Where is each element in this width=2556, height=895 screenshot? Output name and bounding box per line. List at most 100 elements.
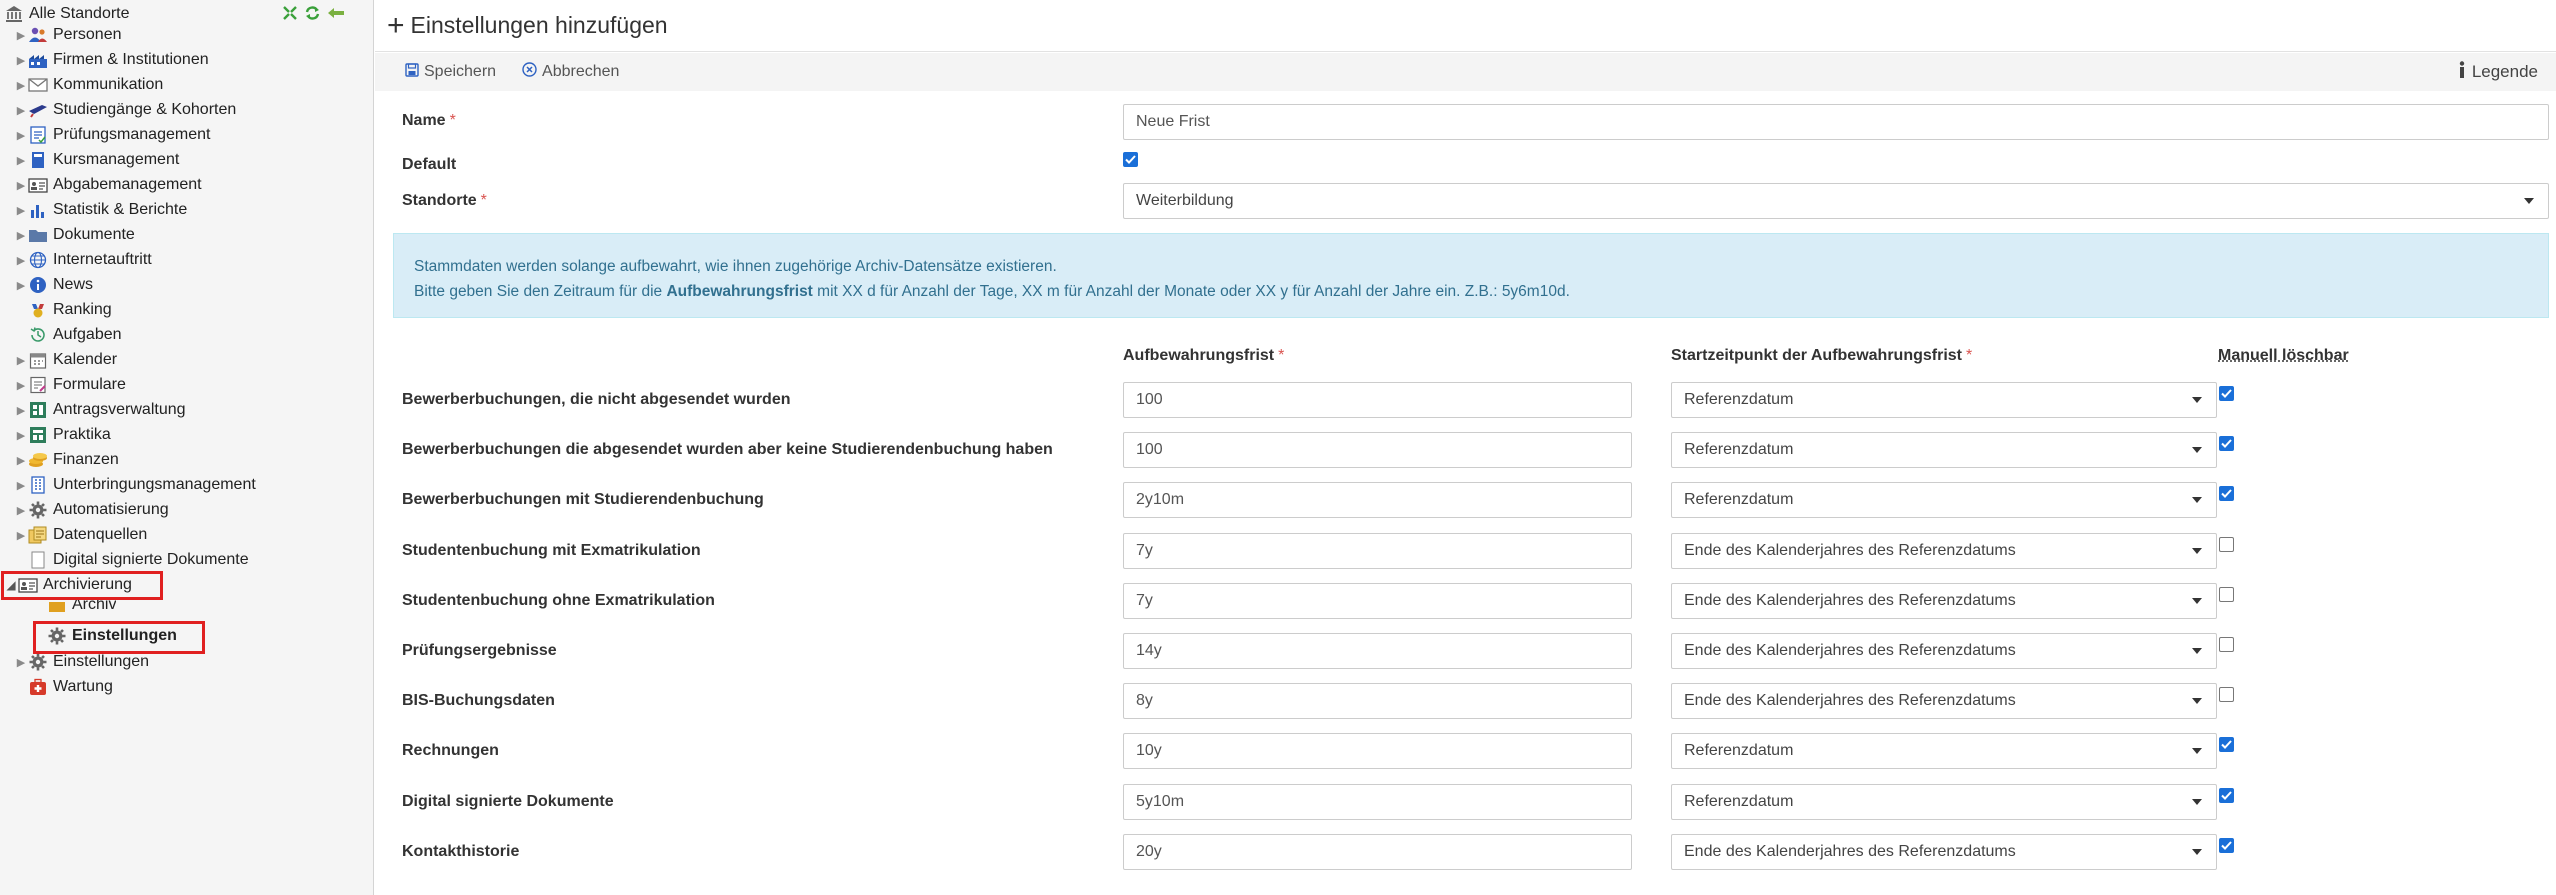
expand-triangle-icon[interactable]: ▶ [14, 498, 28, 522]
save-label: Speichern [424, 63, 497, 80]
expand-triangle-icon[interactable]: ▶ [14, 373, 28, 397]
manual-delete-checkbox[interactable] [2219, 386, 2234, 401]
sidebar-item-archiv-einstellungen[interactable]: Einstellungen [47, 624, 177, 648]
sidebar-item-ranking[interactable]: Ranking [14, 298, 112, 322]
retention-input[interactable] [1123, 432, 1632, 468]
expand-triangle-icon[interactable]: ▶ [14, 273, 28, 297]
sidebar-item-label: Firmen & Institutionen [53, 51, 209, 68]
sidebar-item-datenquellen[interactable]: ▶ Datenquellen [14, 523, 147, 547]
expand-triangle-icon[interactable]: ▶ [14, 523, 28, 547]
start-select[interactable]: Referenzdatum [1671, 482, 2217, 518]
retention-input[interactable] [1123, 382, 1632, 418]
sidebar-item-automatisierung[interactable]: ▶ Automatisierung [14, 498, 169, 522]
sidebar-item-aufgaben[interactable]: Aufgaben [14, 323, 122, 347]
name-input[interactable] [1123, 104, 2549, 140]
sidebar-item-formulare[interactable]: ▶ Formulare [14, 373, 126, 397]
start-select[interactable]: Referenzdatum [1671, 733, 2217, 769]
retention-input[interactable] [1123, 834, 1632, 870]
refresh-icon[interactable] [304, 5, 321, 21]
table-row-label: Studentenbuchung mit Exmatrikulation [402, 542, 701, 559]
retention-input[interactable] [1123, 784, 1632, 820]
start-select-value: Referenzdatum [1684, 391, 1794, 408]
sidebar-item-archiv[interactable]: Archiv [47, 598, 116, 612]
manual-delete-checkbox[interactable] [2219, 687, 2234, 702]
start-select[interactable]: Ende des Kalenderjahres des Referenzdatu… [1671, 583, 2217, 619]
table-row-label: Bewerberbuchungen die abgesendet wurden … [402, 441, 1053, 458]
sidebar-item-dokumente[interactable]: ▶ Dokumente [14, 223, 135, 247]
expand-triangle-icon[interactable]: ▶ [14, 223, 28, 247]
sidebar-item-praktika[interactable]: ▶ Praktika [14, 423, 111, 447]
sidebar-item-firmen[interactable]: ▶ Firmen & Institutionen [14, 48, 209, 72]
start-select[interactable]: Ende des Kalenderjahres des Referenzdatu… [1671, 633, 2217, 669]
expand-triangle-icon[interactable]: ▶ [14, 123, 28, 147]
retention-input[interactable] [1123, 683, 1632, 719]
expand-triangle-icon[interactable]: ▶ [14, 650, 28, 674]
start-select[interactable]: Ende des Kalenderjahres des Referenzdatu… [1671, 683, 2217, 719]
expand-triangle-icon[interactable]: ▶ [14, 48, 28, 72]
manual-delete-checkbox[interactable] [2219, 436, 2234, 451]
retention-input[interactable] [1123, 482, 1632, 518]
legend-button[interactable]: Legende [2458, 53, 2538, 91]
expand-triangle-icon[interactable]: ▶ [14, 198, 28, 222]
sidebar-item-label: Kalender [53, 351, 118, 368]
sidebar-item-news[interactable]: ▶ News [14, 273, 93, 297]
standorte-select[interactable]: Weiterbildung [1123, 183, 2549, 219]
expand-triangle-icon[interactable]: ▶ [14, 398, 28, 422]
info-line-2: Bitte geben Sie den Zeitraum für die Auf… [414, 283, 1570, 300]
retention-input[interactable] [1123, 733, 1632, 769]
collapse-arrow-icon[interactable] [327, 5, 345, 21]
expand-triangle-icon[interactable]: ▶ [14, 98, 28, 122]
sidebar-item-unterbringungsmanagement[interactable]: ▶ Unterbringungsmanagement [14, 473, 256, 497]
sidebar-item-archivierung[interactable]: ◢ Archivierung [4, 573, 132, 597]
manual-delete-checkbox[interactable] [2219, 637, 2234, 652]
sidebar-item-statistik[interactable]: ▶ Statistik & Berichte [14, 198, 187, 222]
sidebar-item-antragsverwaltung[interactable]: ▶ Antragsverwaltung [14, 398, 186, 422]
expand-triangle-icon[interactable]: ▶ [14, 348, 28, 372]
start-select[interactable]: Referenzdatum [1671, 784, 2217, 820]
expand-triangle-icon[interactable]: ▶ [14, 423, 28, 447]
manual-delete-checkbox[interactable] [2219, 838, 2234, 853]
default-checkbox[interactable] [1123, 152, 1138, 167]
archive-icon [18, 575, 38, 595]
sidebar-item-kommunikation[interactable]: ▶ Kommunikation [14, 73, 164, 97]
manual-delete-checkbox[interactable] [2219, 737, 2234, 752]
request-icon [28, 400, 48, 420]
gear-icon [47, 626, 67, 646]
sidebar-item-abgabemanagement[interactable]: ▶ Abgabemanagement [14, 173, 202, 197]
cancel-button[interactable]: Abbrechen [522, 62, 619, 82]
expand-triangle-icon[interactable]: ▶ [14, 448, 28, 472]
retention-input[interactable] [1123, 533, 1632, 569]
manual-delete-checkbox[interactable] [2219, 537, 2234, 552]
start-select[interactable]: Referenzdatum [1671, 382, 2217, 418]
manual-delete-checkbox[interactable] [2219, 788, 2234, 803]
action-toolbar: Speichern Abbrechen Legende [375, 53, 2556, 91]
sidebar-item-personen[interactable]: ▶ Personen [14, 23, 122, 47]
expand-triangle-icon[interactable]: ▶ [14, 248, 28, 272]
manual-delete-checkbox[interactable] [2219, 587, 2234, 602]
expand-triangle-icon[interactable]: ▶ [14, 23, 28, 47]
col-head-start: Startzeitpunkt der Aufbewahrungsfrist * [1671, 347, 1973, 364]
start-select[interactable]: Ende des Kalenderjahres des Referenzdatu… [1671, 533, 2217, 569]
sidebar-item-einstellungen[interactable]: ▶ Einstellungen [14, 650, 149, 674]
sidebar-item-finanzen[interactable]: ▶ Finanzen [14, 448, 119, 472]
collapse-triangle-icon[interactable]: ◢ [4, 573, 18, 597]
expand-triangle-icon[interactable]: ▶ [14, 148, 28, 172]
sidebar-item-digital-signiert[interactable]: Digital signierte Dokumente [14, 548, 249, 572]
expand-triangle-icon[interactable]: ▶ [14, 173, 28, 197]
retention-input[interactable] [1123, 633, 1632, 669]
expand-all-icon[interactable] [282, 5, 298, 21]
save-button[interactable]: Speichern [405, 62, 497, 82]
sidebar-item-kalender[interactable]: ▶ Kalender [14, 348, 117, 372]
sidebar-item-pruefungsmanagement[interactable]: ▶ Prüfungsmanagement [14, 123, 210, 147]
start-select[interactable]: Referenzdatum [1671, 432, 2217, 468]
start-select[interactable]: Ende des Kalenderjahres des Referenzdatu… [1671, 834, 2217, 870]
retention-input[interactable] [1123, 583, 1632, 619]
expand-triangle-icon[interactable]: ▶ [14, 73, 28, 97]
sidebar-item-studiengaenge[interactable]: ▶ Studiengänge & Kohorten [14, 98, 237, 122]
expand-triangle-icon[interactable]: ▶ [14, 473, 28, 497]
manual-delete-checkbox[interactable] [2219, 486, 2234, 501]
sidebar-item-internetauftritt[interactable]: ▶ Internetauftritt [14, 248, 152, 272]
sidebar-item-label: Internetauftritt [53, 251, 152, 268]
sidebar-item-wartung[interactable]: Wartung [14, 675, 113, 699]
sidebar-item-kursmanagement[interactable]: ▶ Kursmanagement [14, 148, 179, 172]
